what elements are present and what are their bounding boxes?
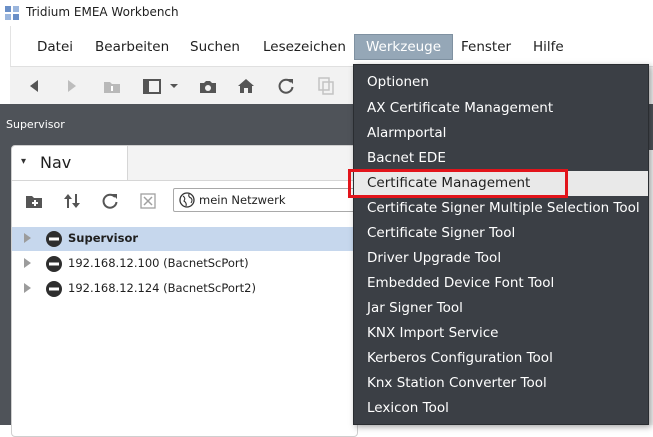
app-logo-icon xyxy=(5,6,19,20)
forward-arrow-icon[interactable] xyxy=(62,76,82,96)
refresh-icon[interactable] xyxy=(276,76,296,96)
copy-icon[interactable] xyxy=(316,76,336,96)
menu-datei[interactable]: Datei xyxy=(26,34,84,60)
menu-item-embedded-device-font-tool[interactable]: Embedded Device Font Tool xyxy=(354,271,648,296)
tree-row[interactable]: Supervisor xyxy=(12,227,357,251)
nav-panel: ▾ Nav mein Netzwerk Supervisor 192.168.1… xyxy=(11,145,358,437)
menu-bearbeiten[interactable]: Bearbeiten xyxy=(84,34,180,60)
menu-bar: Datei Bearbeiten Suchen Lesezeichen Werk… xyxy=(10,26,653,66)
menu-suchen[interactable]: Suchen xyxy=(179,34,251,60)
station-icon xyxy=(46,231,62,247)
tree-row[interactable]: 192.168.12.100 (BacnetScPort) xyxy=(12,252,357,276)
menu-item-optionen[interactable]: Optionen xyxy=(354,70,648,95)
station-icon xyxy=(46,256,62,272)
menu-item-lexicon-tool[interactable]: Lexicon Tool xyxy=(354,396,648,421)
back-arrow-icon[interactable] xyxy=(24,76,44,96)
menu-item-ax-certificate-management[interactable]: AX Certificate Management xyxy=(354,96,648,121)
menu-item-alarmportal[interactable]: Alarmportal xyxy=(354,121,648,146)
menu-item-certificate-management[interactable]: Certificate Management xyxy=(354,171,648,196)
menu-item-bacnet-ede[interactable]: Bacnet EDE xyxy=(354,146,648,171)
nav-root-selector[interactable]: mein Netzwerk xyxy=(173,188,358,212)
sort-icon[interactable] xyxy=(62,191,82,211)
refresh-icon[interactable] xyxy=(100,191,120,211)
menu-lesezeichen[interactable]: Lesezeichen xyxy=(252,34,357,60)
tree-label: 192.168.12.124 (BacnetScPort2) xyxy=(68,281,256,295)
tree-label: Supervisor xyxy=(68,231,139,245)
expand-arrow-icon[interactable] xyxy=(24,233,31,243)
menu-hilfe[interactable]: Hilfe xyxy=(522,34,575,60)
menu-item-certificate-signer-multiple-selection-tool[interactable]: Certificate Signer Multiple Selection To… xyxy=(354,196,648,221)
werkzeuge-dropdown-menu: Optionen AX Certificate Management Alarm… xyxy=(353,64,649,425)
nav-header-bar xyxy=(128,146,357,181)
tree-row[interactable]: 192.168.12.124 (BacnetScPort2) xyxy=(12,277,357,301)
menu-item-certificate-signer-tool[interactable]: Certificate Signer Tool xyxy=(354,221,648,246)
new-folder-icon[interactable] xyxy=(24,191,44,211)
menu-werkzeuge[interactable]: Werkzeuge xyxy=(354,34,454,60)
folder-up-icon[interactable] xyxy=(102,76,122,96)
panel-icon[interactable] xyxy=(142,76,162,96)
chevron-down-icon[interactable]: ▾ xyxy=(21,156,26,167)
dropdown-icon[interactable] xyxy=(164,76,184,96)
menu-fenster[interactable]: Fenster xyxy=(450,34,522,60)
menu-item-kerberos-configuration-tool[interactable]: Kerberos Configuration Tool xyxy=(354,346,648,371)
expand-arrow-icon[interactable] xyxy=(24,283,31,293)
tab-nav[interactable]: ▾ Nav xyxy=(12,146,128,181)
menu-item-jar-signer-tool[interactable]: Jar Signer Tool xyxy=(354,296,648,321)
camera-icon[interactable] xyxy=(198,76,218,96)
close-icon[interactable] xyxy=(138,191,158,211)
nav-tab-label: Nav xyxy=(40,153,72,172)
expand-arrow-icon[interactable] xyxy=(24,258,31,268)
station-icon xyxy=(46,281,62,297)
home-icon[interactable] xyxy=(236,76,256,96)
window-title: Tridium EMEA Workbench xyxy=(26,5,179,19)
globe-icon xyxy=(179,192,195,208)
tree-label: 192.168.12.100 (BacnetScPort) xyxy=(68,256,249,270)
title-bar: Tridium EMEA Workbench xyxy=(0,0,653,26)
menu-item-knx-station-converter-tool[interactable]: Knx Station Converter Tool xyxy=(354,371,648,396)
nav-root-value: mein Netzwerk xyxy=(199,193,286,207)
menu-item-knx-import-service[interactable]: KNX Import Service xyxy=(354,321,648,346)
menu-item-driver-upgrade-tool[interactable]: Driver Upgrade Tool xyxy=(354,246,648,271)
workspace-label: Supervisor xyxy=(6,118,65,131)
